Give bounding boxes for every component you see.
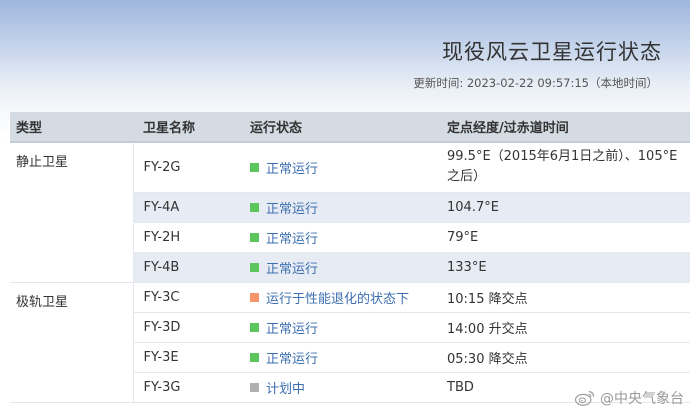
status-link[interactable]: 计划中	[250, 378, 305, 397]
table-header-row: 类型 卫星名称 运行状态 定点经度/过赤道时间	[10, 112, 690, 143]
position-text: 10:15 降交点	[437, 281, 690, 313]
status-square-icon	[250, 292, 259, 302]
status-cell: 正常运行	[240, 312, 437, 343]
status-link[interactable]: 正常运行	[250, 158, 318, 177]
status-square-icon	[250, 162, 259, 172]
column-header-position[interactable]: 定点经度/过赤道时间	[437, 112, 690, 143]
status-link[interactable]: 运行于性能退化的状态下	[250, 288, 409, 307]
satellite-name: FY-4A	[133, 192, 240, 223]
status-link[interactable]: 正常运行	[250, 198, 318, 217]
update-time: 更新时间: 2023-02-22 09:57:15（本地时间）	[413, 76, 658, 90]
status-cell: 正常运行	[240, 142, 437, 193]
page-header: 现役风云卫星运行状态 更新时间: 2023-02-22 09:57:15（本地时…	[0, 0, 690, 112]
status-text: 正常运行	[266, 351, 319, 367]
position-text: 133°E	[437, 252, 690, 283]
type-cell-geostationary: 静止卫星	[10, 142, 134, 283]
satellite-name: FY-3D	[133, 312, 240, 343]
watermark: @中央气象台	[574, 388, 684, 408]
status-cell: 正常运行	[240, 252, 437, 283]
table-row: 极轨卫星 FY-3C 运行于性能退化的状态下 10:15 降交点	[10, 281, 690, 403]
satellite-name: FY-3C	[133, 281, 240, 313]
position-text: 99.5°E（2015年6月1日之前）、105°E之后）	[447, 149, 678, 185]
satellite-name: FY-2G	[133, 142, 240, 193]
status-cell: 正常运行	[240, 192, 437, 223]
type-cell-polar: 极轨卫星	[10, 281, 134, 403]
status-square-icon	[250, 262, 259, 272]
status-text: 运行于性能退化的状态下	[266, 291, 410, 307]
satellite-status-table-wrap: 类型 卫星名称 运行状态 定点经度/过赤道时间 静止卫星 FY-2G 正常运行 …	[10, 112, 690, 403]
column-header-type[interactable]: 类型	[10, 112, 133, 143]
position-text: 05:30 降交点	[437, 342, 690, 373]
status-cell: 正常运行	[240, 222, 437, 253]
status-text: 正常运行	[266, 161, 319, 177]
satellite-name: FY-3G	[133, 372, 240, 403]
position-text: 104.7°E	[437, 192, 690, 223]
status-text: 正常运行	[266, 201, 319, 217]
status-link[interactable]: 正常运行	[250, 348, 318, 367]
status-text: 正常运行	[266, 321, 319, 337]
status-link[interactable]: 正常运行	[250, 318, 318, 337]
column-header-status[interactable]: 运行状态	[240, 112, 437, 143]
status-link[interactable]: 正常运行	[250, 228, 318, 247]
status-link[interactable]: 正常运行	[250, 258, 318, 277]
watermark-text: @中央气象台	[600, 391, 684, 407]
status-square-icon	[250, 352, 259, 362]
status-text: 计划中	[266, 381, 306, 397]
status-text: 正常运行	[266, 261, 319, 277]
satellite-name: FY-3E	[133, 342, 240, 373]
position-text: 79°E	[437, 222, 690, 253]
column-header-name[interactable]: 卫星名称	[133, 112, 240, 143]
status-cell: 计划中	[240, 372, 437, 403]
satellite-name: FY-4B	[133, 252, 240, 283]
satellite-name: FY-2H	[133, 222, 240, 253]
table-row: 静止卫星 FY-2G 正常运行 99.5°E（2015年6月1日之前）、105°…	[10, 142, 690, 283]
status-text: 正常运行	[266, 231, 319, 247]
status-cell: 运行于性能退化的状态下	[240, 281, 437, 313]
status-square-icon	[250, 202, 259, 212]
weibo-icon	[574, 391, 595, 406]
status-square-icon	[250, 382, 259, 392]
status-square-icon	[250, 322, 259, 332]
page-title: 现役风云卫星运行状态	[442, 40, 662, 64]
position-text: 14:00 升交点	[437, 312, 690, 343]
satellite-status-table: 类型 卫星名称 运行状态 定点经度/过赤道时间 静止卫星 FY-2G 正常运行 …	[10, 112, 690, 403]
status-cell: 正常运行	[240, 342, 437, 373]
position-cell: 99.5°E（2015年6月1日之前）、105°E之后）	[437, 142, 690, 193]
status-square-icon	[250, 232, 259, 242]
